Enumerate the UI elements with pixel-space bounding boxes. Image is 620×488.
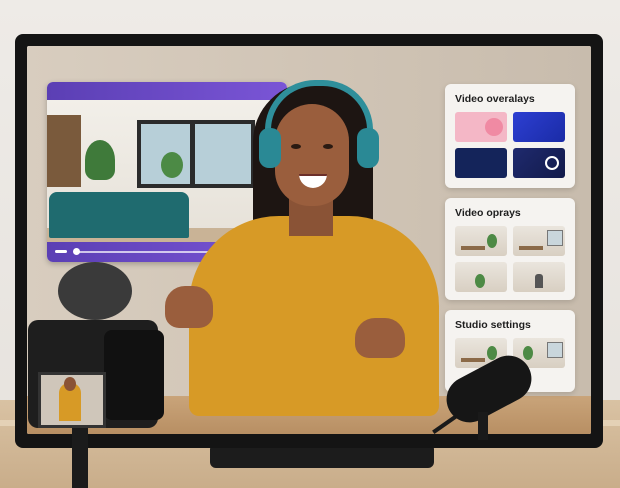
microphone-stand <box>478 412 488 440</box>
overlay-tile[interactable] <box>513 112 565 142</box>
person-torso <box>189 216 439 416</box>
background-tile[interactable] <box>455 226 507 256</box>
table <box>461 246 485 250</box>
slider-icon[interactable] <box>55 250 67 253</box>
background-tile[interactable] <box>455 262 507 292</box>
camera-tripod <box>72 428 88 488</box>
overlay-tile[interactable] <box>455 148 507 178</box>
panel-title: Video overalays <box>455 93 535 105</box>
window <box>137 120 255 188</box>
panel-title: Video oprays <box>455 207 521 219</box>
circle-icon <box>485 118 503 136</box>
background-tile[interactable] <box>513 226 565 256</box>
table <box>519 246 543 250</box>
plant <box>161 152 183 178</box>
playback-track[interactable] <box>75 251 225 253</box>
eye <box>291 144 301 149</box>
sofa <box>49 192 189 238</box>
monitor-stand <box>210 446 434 468</box>
left-hand <box>165 286 213 328</box>
overlay-tile[interactable] <box>513 148 565 178</box>
plant <box>523 346 533 360</box>
headphones-earcup <box>357 128 379 168</box>
chair <box>535 274 543 288</box>
plant <box>475 274 485 288</box>
overlay-tile[interactable] <box>455 112 507 142</box>
overlays-panel: Video overalays <box>445 84 575 188</box>
playback-knob[interactable] <box>73 248 80 255</box>
ring-icon <box>545 156 559 170</box>
window <box>547 342 563 358</box>
options-panel: Video oprays <box>445 198 575 300</box>
right-hand <box>355 318 405 358</box>
preview-title-bar <box>47 82 287 100</box>
plant <box>487 346 497 360</box>
background-tile[interactable] <box>513 262 565 292</box>
smile <box>299 174 327 188</box>
window <box>547 230 563 246</box>
camera-lens <box>104 330 164 420</box>
plant <box>85 140 115 180</box>
bookshelf <box>47 115 81 187</box>
plant <box>487 234 497 248</box>
camera-screen <box>38 372 106 428</box>
headphones-earcup <box>259 128 281 168</box>
camera-screen-head <box>64 377 76 391</box>
camera-microphone <box>58 262 132 320</box>
table <box>461 358 485 362</box>
panel-title: Studio settings <box>455 319 531 331</box>
eye <box>323 144 333 149</box>
window-frame <box>190 120 195 188</box>
